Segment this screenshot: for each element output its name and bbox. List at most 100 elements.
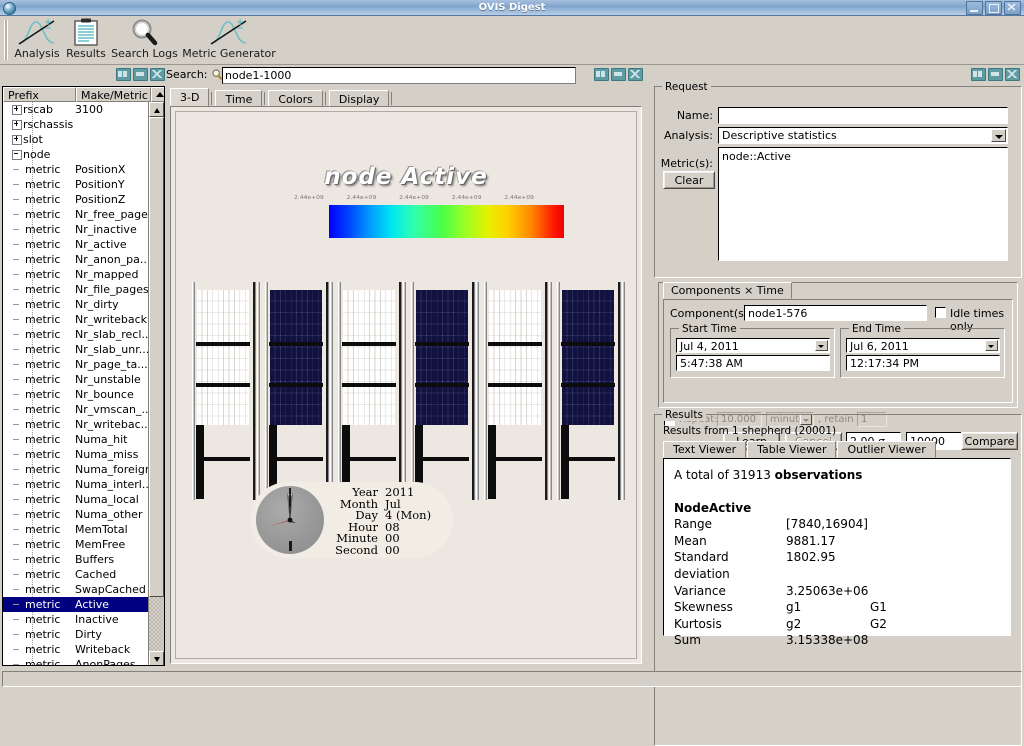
expander-minus-icon[interactable] xyxy=(11,147,23,162)
rack-unit[interactable] xyxy=(338,282,408,507)
start-date-chevron-down-icon[interactable] xyxy=(815,340,828,351)
center-restore-button[interactable] xyxy=(594,68,609,81)
rack-unit[interactable] xyxy=(557,282,627,507)
rack-unit[interactable] xyxy=(265,282,335,507)
panel-restore-button[interactable] xyxy=(116,68,131,81)
idle-times-checkbox[interactable] xyxy=(935,307,946,318)
toolbar-button-results[interactable]: Results xyxy=(63,18,109,62)
end-time-input[interactable]: 12:17:34 PM xyxy=(846,355,1000,371)
tree-column-metric[interactable]: Make/Metric xyxy=(76,87,151,102)
tree-row[interactable]: metric AnonPages xyxy=(3,657,151,665)
center-close-button[interactable] xyxy=(628,68,643,81)
tree-row[interactable]: metric PositionZ xyxy=(3,192,151,207)
clear-button[interactable]: Clear xyxy=(663,171,715,189)
chevron-down-icon[interactable] xyxy=(991,129,1006,142)
tree-row[interactable]: metric PositionX xyxy=(3,162,151,177)
panel-close-button[interactable] xyxy=(150,68,165,81)
rack-unit[interactable] xyxy=(484,282,554,507)
rack-unit[interactable] xyxy=(192,282,262,507)
tree-column-prefix[interactable]: Prefix xyxy=(3,87,76,102)
tree-row[interactable]: metric Writeback xyxy=(3,642,151,657)
tree-row[interactable]: metric Cached xyxy=(3,567,151,582)
start-date-select[interactable]: Jul 4, 2011 xyxy=(676,338,830,353)
tab-3-d[interactable]: 3-D xyxy=(170,88,210,107)
minimize-button[interactable] xyxy=(966,1,983,15)
tree-row[interactable]: metric Inactive xyxy=(3,612,151,627)
maximize-button[interactable] xyxy=(985,1,1002,15)
tree-row[interactable]: metric Nr_anon_pa... xyxy=(3,252,151,267)
tree-row[interactable]: metric Nr_vmscan_... xyxy=(3,402,151,417)
toolbar-drag-handle[interactable] xyxy=(4,20,8,60)
right-close-button[interactable] xyxy=(1005,68,1020,81)
tree-row[interactable]: metric Numa_interl... xyxy=(3,477,151,492)
tree-row[interactable]: metric Dirty xyxy=(3,627,151,642)
expander-plus-icon[interactable] xyxy=(11,117,23,132)
tree-row[interactable]: metric MemFree xyxy=(3,537,151,552)
rack-node-grid[interactable] xyxy=(416,290,468,425)
scroll-track[interactable] xyxy=(149,597,164,651)
tree-row[interactable]: metric Nr_inactive xyxy=(3,222,151,237)
tree-row[interactable]: metric PositionY xyxy=(3,177,151,192)
tab-time[interactable]: Time xyxy=(215,90,263,107)
rack-unit[interactable] xyxy=(411,282,481,507)
tree-row[interactable]: metric Numa_miss xyxy=(3,447,151,462)
toolbar-button-metric-generator[interactable]: Metric Generator xyxy=(180,18,278,62)
rack-visualization[interactable] xyxy=(192,282,632,507)
tree-row[interactable]: metric MemTotal xyxy=(3,522,151,537)
rack-node-grid[interactable] xyxy=(197,290,249,425)
search-input[interactable]: node1-1000 xyxy=(222,67,576,84)
tree-row[interactable]: metric Nr_mapped xyxy=(3,267,151,282)
tree-scrollbar[interactable] xyxy=(148,102,164,665)
tree-row[interactable]: metric Nr_active xyxy=(3,237,151,252)
right-restore-button[interactable] xyxy=(971,68,986,81)
tree-row[interactable]: metric Active xyxy=(3,597,151,612)
metrics-listbox[interactable]: node::Active xyxy=(718,147,1008,261)
start-time-input[interactable]: 5:47:38 AM xyxy=(676,355,830,371)
tree-row[interactable]: metric Numa_other xyxy=(3,507,151,522)
right-minimize-button[interactable] xyxy=(988,68,1003,81)
tree-row[interactable]: metric Numa_local xyxy=(3,492,151,507)
toolbar-button-search-logs[interactable]: Search Logs xyxy=(110,18,179,62)
tab-text-viewer[interactable]: Text Viewer xyxy=(663,441,747,458)
tree-row[interactable]: metric SwapCached xyxy=(3,582,151,597)
tree-row[interactable]: rscab 3100 xyxy=(3,102,151,117)
tree-row[interactable]: metric Nr_bounce xyxy=(3,387,151,402)
tree-row[interactable]: metric Nr_slab_unr... xyxy=(3,342,151,357)
tree-row[interactable]: metric Nr_writeback xyxy=(3,312,151,327)
tree-row[interactable]: metric Numa_foreign xyxy=(3,462,151,477)
tab-components-time[interactable]: Components × Time xyxy=(663,282,792,299)
tree-row[interactable]: metric Nr_file_pages xyxy=(3,282,151,297)
scroll-thumb[interactable] xyxy=(149,117,164,597)
metrics-item[interactable]: node::Active xyxy=(722,150,1004,163)
close-button[interactable] xyxy=(1004,1,1021,15)
rack-node-grid[interactable] xyxy=(343,290,395,425)
center-minimize-button[interactable] xyxy=(611,68,626,81)
expander-plus-icon[interactable] xyxy=(11,102,23,117)
tree-body[interactable]: rscab 3100 rschassis slot node metric Position… xyxy=(3,102,151,665)
scroll-up-button[interactable] xyxy=(149,102,164,117)
viewer-canvas[interactable]: node Active 2.44e+09 2.44e+09 2.44e+09 2.44… xyxy=(175,111,637,659)
analysis-select[interactable]: Descriptive statistics xyxy=(718,127,1008,144)
tree-row[interactable]: metric Nr_free_pages xyxy=(3,207,151,222)
tab-display[interactable]: Display xyxy=(328,90,390,107)
component-input[interactable]: node1-576 xyxy=(744,305,927,321)
tree-row[interactable]: metric Nr_dirty xyxy=(3,297,151,312)
tab-colors[interactable]: Colors xyxy=(268,90,323,107)
toolbar-button-analysis[interactable]: Analysis xyxy=(12,18,62,62)
name-field[interactable] xyxy=(718,107,1008,124)
panel-minimize-button[interactable] xyxy=(133,68,148,81)
end-date-select[interactable]: Jul 6, 2011 xyxy=(846,338,1000,353)
rack-node-grid[interactable] xyxy=(489,290,541,425)
end-date-chevron-down-icon[interactable] xyxy=(985,340,998,351)
rack-node-grid[interactable] xyxy=(270,290,322,425)
tree-row[interactable]: metric Buffers xyxy=(3,552,151,567)
tree-row[interactable]: metric Numa_hit xyxy=(3,432,151,447)
tab-outlier-viewer[interactable]: Outlier Viewer xyxy=(837,441,936,458)
tree-row[interactable]: node xyxy=(3,147,151,162)
scroll-down-button[interactable] xyxy=(149,651,164,665)
expander-plus-icon[interactable] xyxy=(11,132,23,147)
results-text-viewer[interactable]: A total of 31913 observations NodeActive… xyxy=(663,458,1011,647)
tree-row[interactable]: metric Nr_slab_recl... xyxy=(3,327,151,342)
tree-row[interactable]: metric Nr_page_ta... xyxy=(3,357,151,372)
tab-table-viewer[interactable]: Table Viewer xyxy=(747,441,837,458)
